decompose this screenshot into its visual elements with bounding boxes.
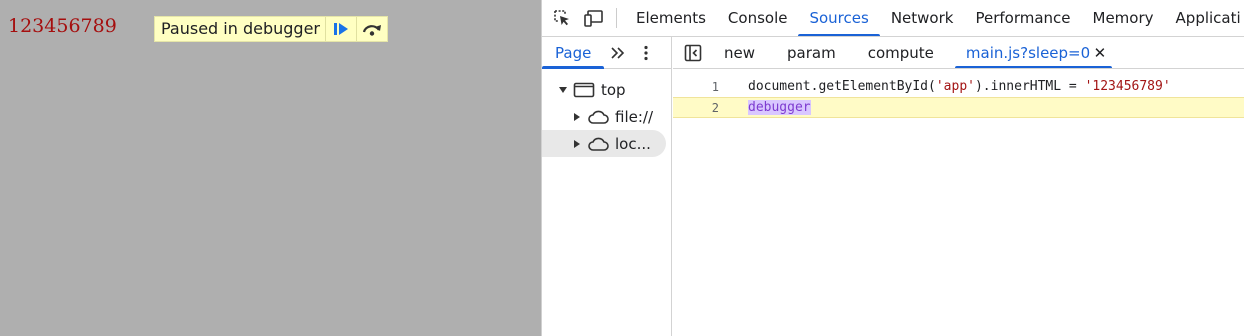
tab-page[interactable]: Page (542, 37, 605, 69)
string-token: 'app' (935, 79, 975, 94)
toolbar-divider (616, 8, 617, 28)
file-tree: top file:// loc... (542, 69, 671, 157)
device-toolbar-button[interactable] (578, 0, 610, 36)
editor-tab-new[interactable]: new (713, 37, 766, 68)
line-number[interactable]: 1 (673, 80, 719, 94)
editor-tab-param[interactable]: param (776, 37, 847, 68)
cloud-icon (586, 108, 610, 126)
frame-icon (572, 81, 596, 99)
devtools-panel: Elements Console Sources Network Perform… (541, 0, 1244, 336)
tree-item-top[interactable]: top (542, 76, 671, 103)
sidebar-toggle-icon (684, 44, 702, 61)
keyword-token: debugger (748, 100, 811, 115)
tree-item-file[interactable]: file:// (542, 103, 671, 130)
step-over-icon (362, 25, 381, 36)
paused-in-debugger-bar: Paused in debugger (154, 16, 388, 42)
navigator-tabbar: Page (542, 37, 671, 69)
sources-navigator: Page top file:// loc... (542, 37, 672, 336)
tree-item-label: loc... (615, 134, 651, 153)
resume-icon (334, 23, 348, 35)
cloud-icon (586, 135, 610, 153)
paused-label: Paused in debugger (161, 19, 320, 38)
more-vert-icon (644, 45, 648, 60)
line-number[interactable]: 2 (673, 101, 719, 115)
paused-code-line: 2 debugger (673, 97, 1244, 118)
string-token: '123456789' (1084, 79, 1171, 94)
tab-application[interactable]: Applicati (1165, 0, 1244, 36)
devtools-main-tabbar: Elements Console Sources Network Perform… (542, 0, 1244, 37)
close-icon[interactable]: ✕ (1094, 37, 1107, 68)
collapsed-arrow-icon[interactable] (570, 137, 584, 151)
tree-item-label: file:// (615, 107, 654, 126)
tab-elements[interactable]: Elements (625, 0, 717, 36)
tab-memory[interactable]: Memory (1082, 0, 1165, 36)
editor-tab-compute[interactable]: compute (857, 37, 945, 68)
editor-tab-main-js[interactable]: main.js?sleep=0 ✕ (954, 37, 1113, 68)
editor-tabbar: new param compute main.js?sleep=0 ✕ (673, 37, 1244, 69)
tab-console[interactable]: Console (717, 0, 799, 36)
editor-tab-label: main.js?sleep=0 (965, 43, 1091, 62)
tree-item-localhost[interactable]: loc... (542, 130, 666, 157)
page-viewport: 123456789 Paused in debugger (0, 0, 541, 336)
code-view[interactable]: 1 document.getElementById('app').innerHT… (673, 69, 1244, 118)
inspect-element-button[interactable] (546, 0, 578, 36)
code-text: document.getElementById('app').innerHTML… (719, 79, 1171, 94)
chevron-double-right-icon (611, 46, 625, 59)
code-line: 1 document.getElementById('app').innerHT… (673, 76, 1244, 97)
tab-sources[interactable]: Sources (798, 0, 881, 36)
expanded-arrow-icon[interactable] (556, 83, 570, 97)
tab-performance[interactable]: Performance (964, 0, 1081, 36)
tree-item-label: top (601, 80, 626, 99)
more-tabs-button[interactable] (604, 37, 632, 69)
source-editor: new param compute main.js?sleep=0 ✕ 1 do… (673, 37, 1244, 336)
code-token: ).innerHTML = (974, 79, 1085, 94)
app-content: 123456789 (8, 15, 117, 37)
resume-button[interactable] (325, 17, 356, 41)
device-toggle-icon (584, 10, 603, 27)
inspect-icon (554, 10, 569, 26)
code-text: debugger (719, 100, 811, 115)
tab-network[interactable]: Network (880, 0, 965, 36)
navigator-menu-button[interactable] (632, 37, 660, 69)
code-token: document.getElementById( (748, 79, 936, 94)
collapsed-arrow-icon[interactable] (570, 110, 584, 124)
toggle-navigator-button[interactable] (673, 37, 713, 68)
step-over-button[interactable] (356, 17, 387, 41)
